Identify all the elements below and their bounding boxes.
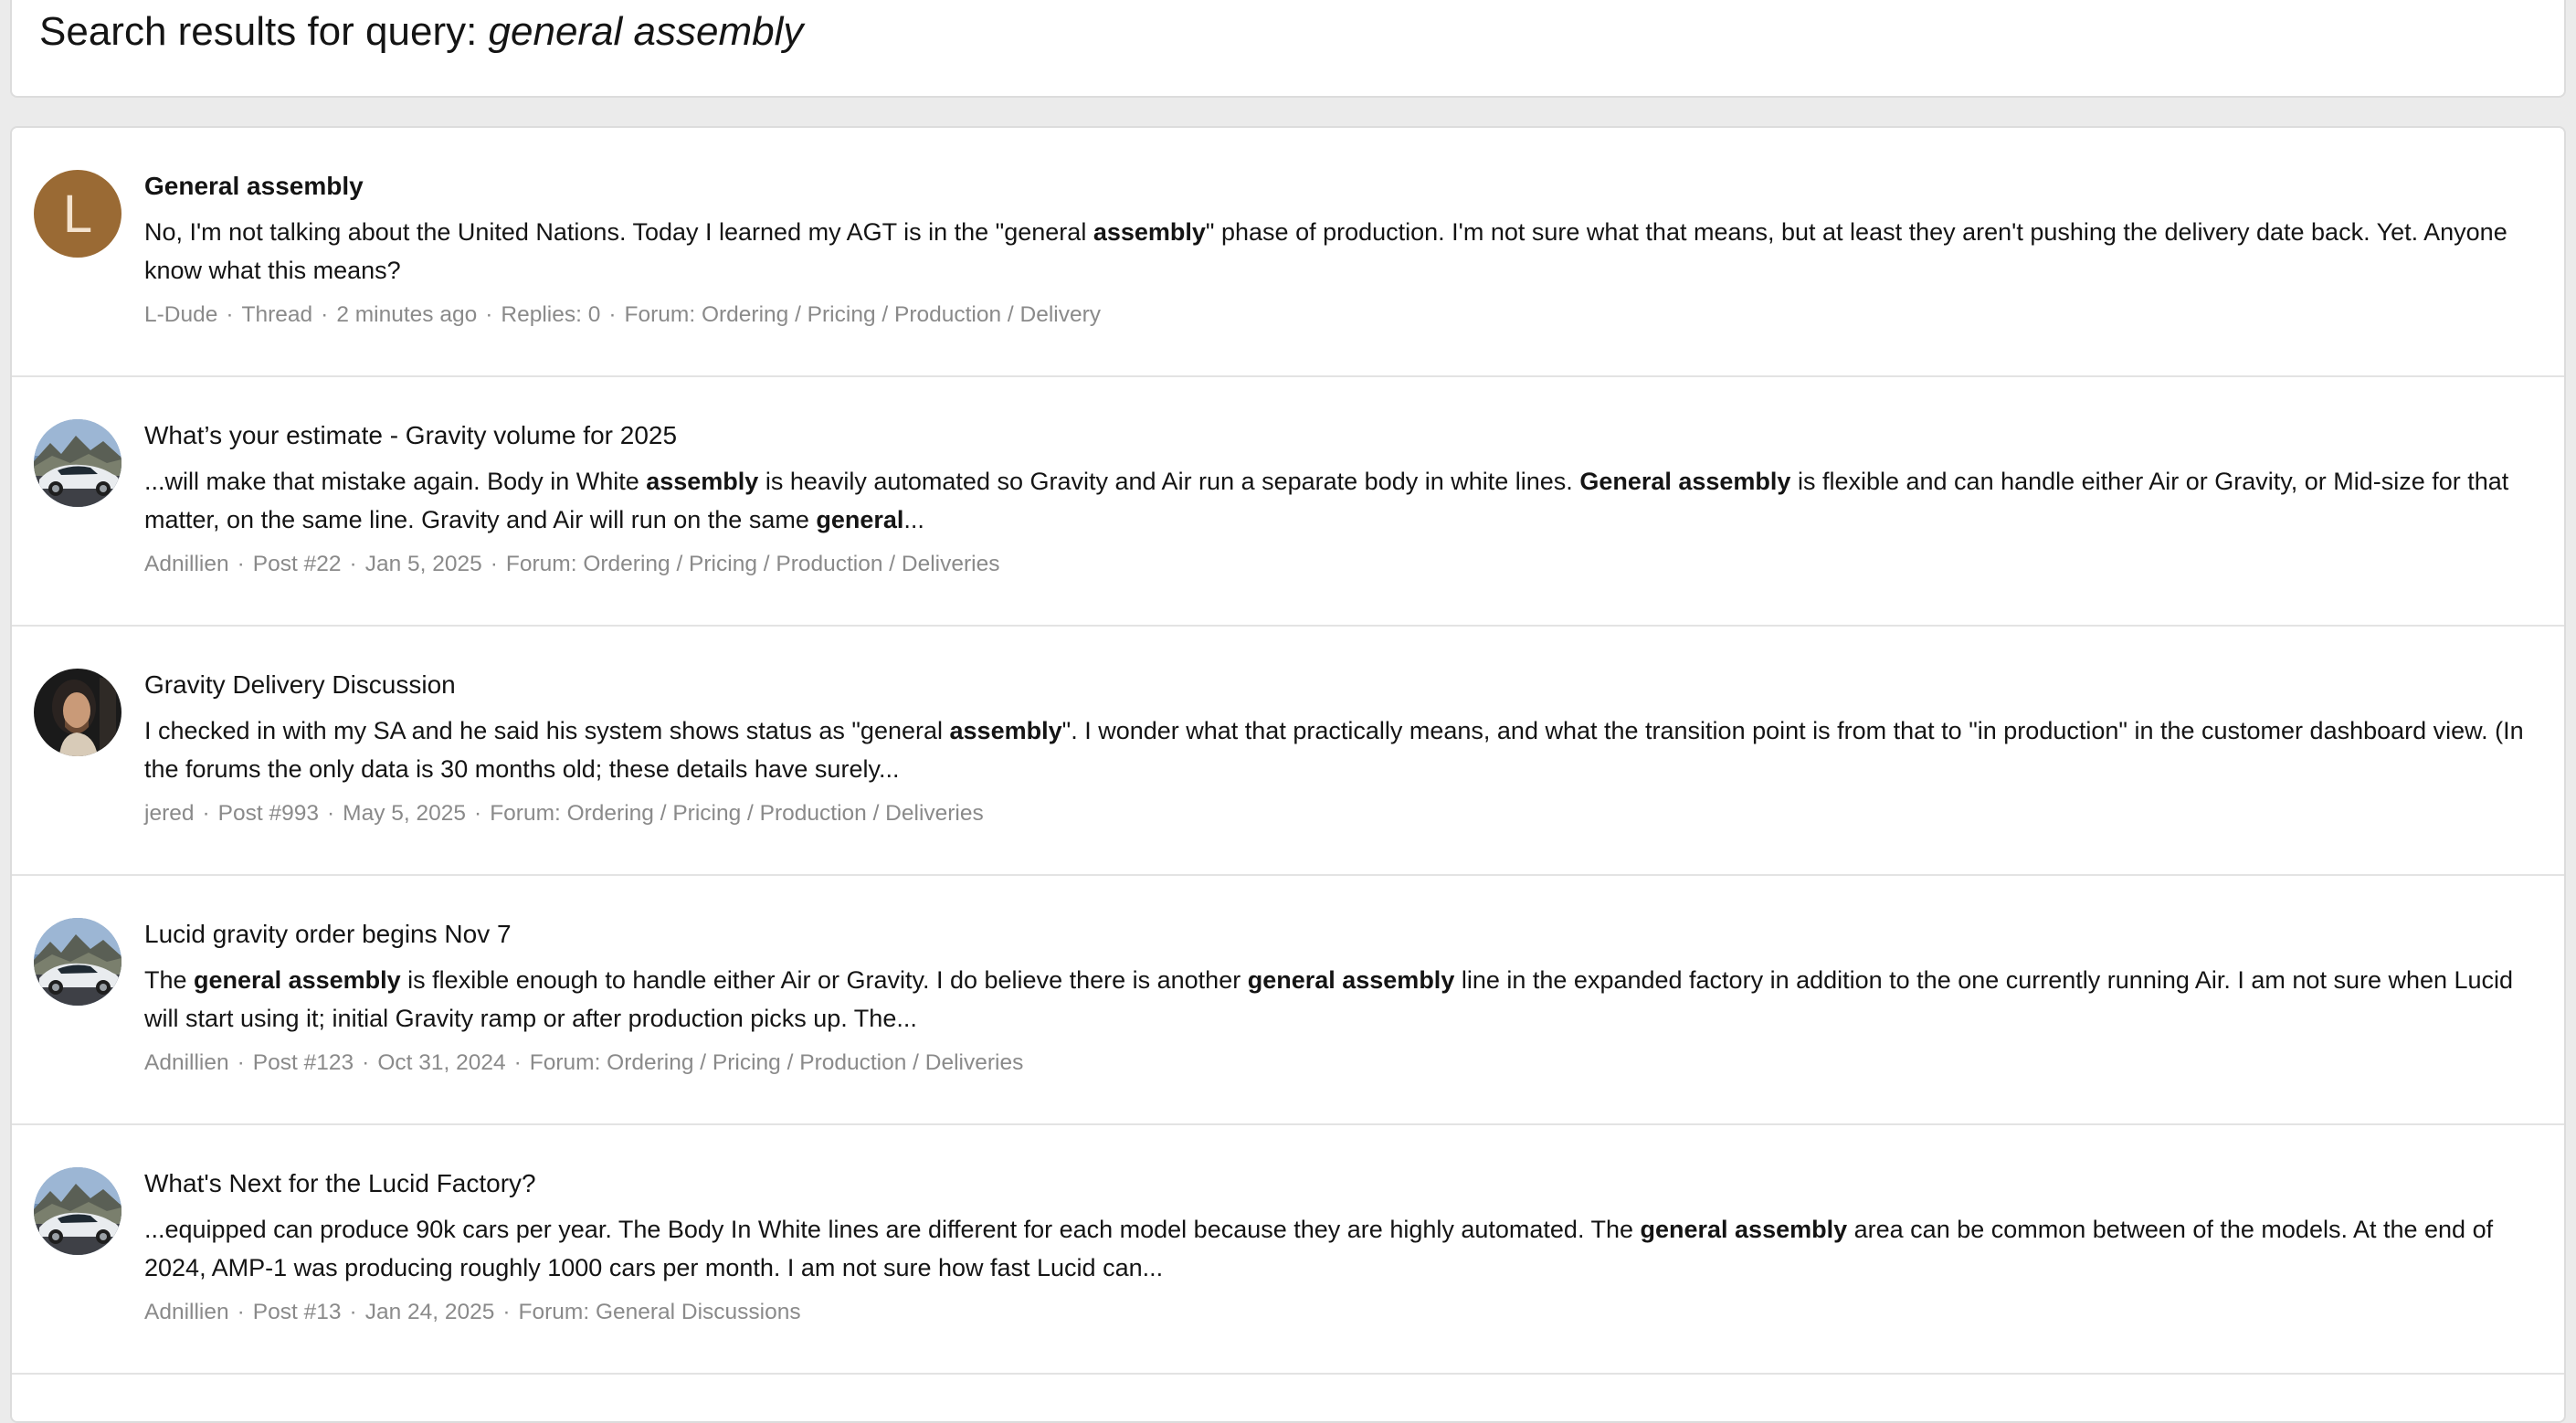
page-title: Search results for query: general assemb… <box>39 9 803 55</box>
search-query: general assembly <box>488 9 804 54</box>
result-meta: jered · Post #993 · May 5, 2025 · Forum: Order… <box>144 799 2544 828</box>
meta-separator: · <box>490 552 498 576</box>
forum-link[interactable]: Forum: Ordering / Pricing / Production /… <box>625 302 1102 327</box>
search-results-list: L General assembly No, I'm not talking a… <box>10 126 2566 1423</box>
snippet-text: is flexible enough to handle either Air … <box>400 966 1248 994</box>
post-date: 2 minutes ago <box>336 302 478 327</box>
result-meta: L-Dude · Thread · 2 minutes ago · Replies: 0 · F… <box>144 300 2544 330</box>
meta-separator: · <box>202 801 210 826</box>
reply-count: Replies: 0 <box>501 302 601 327</box>
snippet-text: The <box>144 966 195 994</box>
meta-separator: · <box>513 1050 522 1075</box>
meta-separator: · <box>237 1050 245 1075</box>
meta-separator: · <box>608 302 617 327</box>
result-title-link[interactable]: What’s your estimate - Gravity volume fo… <box>144 419 2544 452</box>
result-item: What's Next for the Lucid Factory? ...eq… <box>12 1125 2564 1375</box>
author-link[interactable]: L-Dude <box>144 302 217 327</box>
post-number-link[interactable]: Post #22 <box>253 552 342 576</box>
snippet-highlight: general assembly <box>194 966 401 994</box>
result-title-link[interactable]: General assembly <box>144 170 2544 203</box>
snippet-highlight: general assembly <box>1640 1216 1848 1243</box>
result-item: What’s your estimate - Gravity volume fo… <box>12 377 2564 627</box>
snippet-highlight: assembly <box>646 468 759 495</box>
result-meta: Adnillien · Post #123 · Oct 31, 2024 · Forum: … <box>144 1049 2544 1078</box>
result-meta: Adnillien · Post #22 · Jan 5, 2025 · Forum: Or… <box>144 550 2544 579</box>
avatar[interactable] <box>34 419 121 507</box>
avatar[interactable] <box>34 669 121 756</box>
meta-separator: · <box>349 1300 357 1324</box>
author-link[interactable]: Adnillien <box>144 1050 229 1075</box>
car-avatar-image <box>34 1167 121 1255</box>
snippet-text: ...equipped can produce 90k cars per yea… <box>144 1216 1641 1243</box>
forum-link[interactable]: Forum: Ordering / Pricing / Production /… <box>530 1050 1024 1075</box>
post-date: May 5, 2025 <box>343 801 467 826</box>
snippet-text: I checked in with my SA and he said his … <box>144 717 950 744</box>
meta-separator: · <box>327 801 335 826</box>
snippet-text: ... <box>903 506 924 533</box>
meta-separator: · <box>362 1050 370 1075</box>
meta-separator: · <box>485 302 493 327</box>
content-type: Thread <box>241 302 313 327</box>
snippet-highlight: general assembly <box>1247 966 1455 994</box>
result-snippet: No, I'm not talking about the United Nat… <box>144 213 2544 290</box>
avatar[interactable] <box>34 918 121 1006</box>
avatar[interactable] <box>34 1167 121 1255</box>
snippet-text: No, I'm not talking about the United Nat… <box>144 218 1093 246</box>
snippet-highlight: assembly <box>1093 218 1206 246</box>
post-date: Jan 5, 2025 <box>364 552 482 576</box>
result-title-link[interactable]: What's Next for the Lucid Factory? <box>144 1167 2544 1200</box>
result-title-link[interactable]: Lucid gravity order begins Nov 7 <box>144 918 2544 951</box>
car-avatar-image <box>34 419 121 507</box>
meta-separator: · <box>321 302 329 327</box>
meta-separator: · <box>237 552 245 576</box>
snippet-highlight: General assembly <box>1579 468 1791 495</box>
avatar[interactable]: L <box>34 170 121 258</box>
meta-separator: · <box>349 552 357 576</box>
meta-separator: · <box>474 801 482 826</box>
result-snippet: ...will make that mistake again. Body in… <box>144 462 2544 539</box>
author-link[interactable]: jered <box>144 801 194 826</box>
result-item: Gravity Delivery Discussion I checked in… <box>12 627 2564 876</box>
author-link[interactable]: Adnillien <box>144 552 229 576</box>
avatar-letter: L <box>62 184 93 244</box>
post-number-link[interactable]: Post #13 <box>253 1300 342 1324</box>
author-link[interactable]: Adnillien <box>144 1300 229 1324</box>
result-meta: Adnillien · Post #13 · Jan 24, 2025 · Forum: G… <box>144 1298 2544 1327</box>
post-date: Oct 31, 2024 <box>377 1050 506 1075</box>
car-avatar-image <box>34 918 121 1006</box>
post-number-link[interactable]: Post #993 <box>218 801 319 826</box>
result-title-link[interactable]: Gravity Delivery Discussion <box>144 669 2544 701</box>
snippet-text: is heavily automated so Gravity and Air … <box>758 468 1580 495</box>
result-item: Lucid gravity order begins Nov 7 The gen… <box>12 876 2564 1125</box>
post-number-link[interactable]: Post #123 <box>253 1050 354 1075</box>
forum-link[interactable]: Forum: Ordering / Pricing / Production /… <box>490 801 984 826</box>
meta-separator: · <box>502 1300 511 1324</box>
snippet-highlight: general <box>816 506 904 533</box>
forum-link[interactable]: Forum: Ordering / Pricing / Production /… <box>506 552 1000 576</box>
result-snippet: ...equipped can produce 90k cars per yea… <box>144 1210 2544 1287</box>
result-snippet: I checked in with my SA and he said his … <box>144 712 2544 788</box>
result-item: L General assembly No, I'm not talking a… <box>12 128 2564 377</box>
search-header: Search results for query: general assemb… <box>10 0 2566 98</box>
post-date: Jan 24, 2025 <box>364 1300 495 1324</box>
page-title-prefix: Search results for query: <box>39 9 489 54</box>
result-snippet: The general assembly is flexible enough … <box>144 961 2544 1038</box>
person-avatar-image <box>34 669 121 756</box>
snippet-highlight: assembly <box>949 717 1062 744</box>
snippet-text: ...will make that mistake again. Body in… <box>144 468 647 495</box>
forum-link[interactable]: Forum: General Discussions <box>519 1300 801 1324</box>
meta-separator: · <box>226 302 234 327</box>
meta-separator: · <box>237 1300 245 1324</box>
